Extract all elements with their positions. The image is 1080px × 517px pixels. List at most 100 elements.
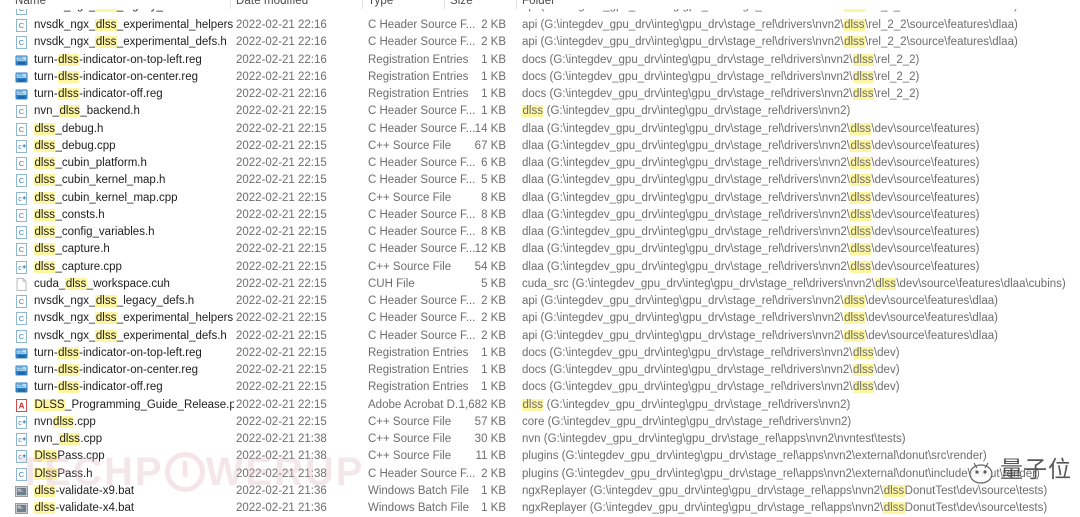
search-highlight: dlss xyxy=(57,381,80,394)
table-row[interactable]: turn-dlss-indicator-on-top-left.reg 2022-… xyxy=(0,345,1080,362)
folder-path-cell: dlss (G:\integdev_gpu_drv\integ\gpu_drv\… xyxy=(522,105,851,118)
column-divider-type[interactable] xyxy=(444,0,445,9)
table-row[interactable]: turn-dlss-indicator-off.reg 2022-02-21 22… xyxy=(0,86,1080,103)
c-header-file-icon: C xyxy=(15,36,28,50)
folder-path-cell: dlaa (G:\integdev_gpu_drv\integ\gpu_drv\… xyxy=(522,260,980,273)
date-modified-cell: 2022-02-21 22:15 xyxy=(236,381,327,394)
search-highlight: dlss xyxy=(852,346,874,359)
search-highlight: dlss xyxy=(849,243,872,256)
column-header-type[interactable]: Type xyxy=(368,0,393,7)
table-row[interactable]: Cdlss_capture.h 2022-02-21 22:15 C Header … xyxy=(0,241,1080,258)
table-row[interactable]: turn-dlss-indicator-on-top-left.reg 2022-… xyxy=(0,52,1080,69)
table-row[interactable]: turn-dlss-indicator-on-center.reg 2022-02… xyxy=(0,362,1080,379)
folder-path-cell: plugins (G:\integdev_gpu_drv\integ\gpu_d… xyxy=(522,450,987,463)
file-list[interactable]: Cnvsdk_ngx_dlss_legacy_defs.h 2022-02-21 … xyxy=(0,9,1080,517)
table-row[interactable]: cuda_dlss_workspace.cuh 2022-02-21 22:15 C… xyxy=(0,276,1080,293)
table-row[interactable]: Cnvsdk_ngx_dlss_legacy_defs.h 2022-02-21 … xyxy=(0,9,1080,17)
table-row[interactable]: c DlssPass.cpp 2022-02-21 21:38 C++ Source … xyxy=(0,448,1080,465)
search-highlight: dlss xyxy=(843,9,866,12)
svg-text:C: C xyxy=(19,21,25,30)
file-size-cell: 1,682 KB xyxy=(458,398,506,411)
table-row[interactable]: Cnvsdk_ngx_dlss_experimental_helpers.h 20… xyxy=(0,310,1080,327)
svg-text:c: c xyxy=(18,196,22,203)
table-row[interactable]: Cdlss_consts.h 2022-02-21 22:15 C Header S… xyxy=(0,207,1080,224)
column-header-size[interactable]: Size xyxy=(450,0,473,7)
table-row[interactable]: Cnvsdk_ngx_dlss_legacy_defs.h 2022-02-21 … xyxy=(0,293,1080,310)
date-modified-cell: 2022-02-21 22:16 xyxy=(236,36,327,49)
date-modified-cell: 2022-02-21 21:36 xyxy=(236,484,327,497)
file-name-cell: cuda_dlss_workspace.cuh xyxy=(34,277,170,290)
folder-path-cell: dlss (G:\integdev_gpu_drv\integ\gpu_drv\… xyxy=(522,398,851,411)
folder-path-cell: dlaa (G:\integdev_gpu_drv\integ\gpu_drv\… xyxy=(522,139,980,152)
folder-path-cell: docs (G:\integdev_gpu_drv\integ\gpu_drv\… xyxy=(522,364,900,376)
search-highlight: Dlss xyxy=(34,450,58,463)
pdf-file-icon: A xyxy=(15,398,28,412)
table-row[interactable]: c nvn_dlss.cpp 2022-02-21 21:38 C++ Source … xyxy=(0,431,1080,448)
table-row[interactable]: Cnvsdk_ngx_dlss_experimental_defs.h 2022-… xyxy=(0,34,1080,51)
search-highlight: dlss xyxy=(852,364,874,376)
file-name-cell: DlssPass.cpp xyxy=(34,450,105,463)
folder-path-cell: docs (G:\integdev_gpu_drv\integ\gpu_drv\… xyxy=(522,88,920,100)
table-row[interactable]: Cnvn_dlss_backend.h 2022-02-21 22:15 C Hea… xyxy=(0,103,1080,120)
table-row[interactable]: c dlss_cubin_kernel_map.cpp 2022-02-21 22:… xyxy=(0,190,1080,207)
svg-text:C: C xyxy=(19,176,25,185)
table-row[interactable]: Cdlss_cubin_platform.h 2022-02-21 22:15 C … xyxy=(0,155,1080,172)
column-header-date[interactable]: Date modified xyxy=(236,0,308,7)
table-row[interactable]: c dlss_capture.cpp 2022-02-21 22:15 C++ Sou… xyxy=(0,259,1080,276)
svg-text:C: C xyxy=(19,159,25,168)
search-highlight: dlss xyxy=(849,139,872,152)
date-modified-cell: 2022-02-21 22:15 xyxy=(236,157,327,169)
column-header-folder[interactable]: Folder xyxy=(522,0,555,7)
search-highlight: dlss xyxy=(843,312,866,325)
table-row[interactable]: dlss-validate-x4.bat 2022-02-21 21:36 Wind… xyxy=(0,500,1080,517)
file-size-cell: 2 KB xyxy=(481,295,506,307)
date-modified-cell: 2022-02-21 21:36 xyxy=(236,502,327,514)
c-header-file-icon: C xyxy=(15,329,28,343)
table-row[interactable]: turn-dlss-indicator-off.reg 2022-02-21 22… xyxy=(0,379,1080,396)
search-highlight: dlss xyxy=(852,70,874,83)
file-size-cell: 2 KB xyxy=(481,467,506,480)
table-row[interactable]: dlss-validate-x9.bat 2022-02-21 21:36 Wind… xyxy=(0,483,1080,500)
column-header-name[interactable]: Name xyxy=(15,0,46,7)
column-divider-size[interactable] xyxy=(516,0,517,9)
search-highlight: dlss xyxy=(65,277,87,290)
blank-file-icon xyxy=(15,277,28,291)
search-highlight: dlss xyxy=(843,329,866,342)
folder-path-cell: ngxReplayer (G:\integdev_gpu_drv\integ\g… xyxy=(522,502,1048,514)
table-row[interactable]: turn-dlss-indicator-on-center.reg 2022-02… xyxy=(0,69,1080,86)
file-name-cell: nvn_dlss_backend.h xyxy=(34,105,140,118)
file-size-cell: 2 KB xyxy=(481,19,506,31)
table-row[interactable]: c nvndlss.cpp 2022-02-21 22:15 C++ Source F… xyxy=(0,414,1080,431)
file-size-cell: 8 KB xyxy=(481,191,506,204)
table-row[interactable]: C DlssPass.h 2022-02-21 21:38 C Header Sour… xyxy=(0,466,1080,483)
cpp-source-file-icon: c xyxy=(15,415,28,429)
date-modified-cell: 2022-02-21 22:15 xyxy=(236,243,327,256)
file-name-cell: nvn_dlss.cpp xyxy=(34,433,103,445)
folder-path-cell: api (G:\integdev_gpu_drv\integ\gpu_drv\s… xyxy=(522,19,1018,31)
date-modified-cell: 2022-02-21 22:16 xyxy=(236,53,327,66)
c-header-file-icon: C xyxy=(15,243,28,257)
table-row[interactable]: Cdlss_config_variables.h 2022-02-21 22:15… xyxy=(0,224,1080,241)
search-highlight: Dlss xyxy=(34,467,58,480)
table-row[interactable]: A DLSS_Programming_Guide_Release.pdf 2022-… xyxy=(0,397,1080,414)
search-highlight: dlss xyxy=(849,208,872,221)
table-row[interactable]: Cnvsdk_ngx_dlss_experimental_defs.h 2022-… xyxy=(0,328,1080,345)
date-modified-cell: 2022-02-21 22:15 xyxy=(236,415,327,428)
svg-text:C: C xyxy=(19,228,25,237)
search-highlight: dlss xyxy=(34,226,56,238)
column-divider-date[interactable] xyxy=(362,0,363,9)
search-highlight: dlss xyxy=(843,295,866,307)
file-size-cell: 1 KB xyxy=(481,381,506,394)
table-row[interactable]: Cnvsdk_ngx_dlss_experimental_helpers.h 20… xyxy=(0,17,1080,34)
folder-path-cell: ngxReplayer (G:\integdev_gpu_drv\integ\g… xyxy=(522,484,1048,497)
table-row[interactable]: Cdlss_debug.h 2022-02-21 22:15 C Header So… xyxy=(0,121,1080,138)
file-name-cell: DlssPass.h xyxy=(34,467,93,480)
date-modified-cell: 2022-02-21 21:38 xyxy=(236,450,327,463)
table-row[interactable]: c dlss_debug.cpp 2022-02-21 22:15 C++ Sourc… xyxy=(0,138,1080,155)
column-divider-name[interactable] xyxy=(230,0,231,9)
table-row[interactable]: Cdlss_cubin_kernel_map.h 2022-02-21 22:15… xyxy=(0,172,1080,189)
file-size-cell: 1 KB xyxy=(481,484,506,497)
folder-path-cell: nvn (G:\integdev_gpu_drv\integ\gpu_drv\s… xyxy=(522,433,906,445)
folder-path-cell: dlaa (G:\integdev_gpu_drv\integ\gpu_drv\… xyxy=(522,191,980,204)
search-highlight: dlss xyxy=(95,329,117,342)
